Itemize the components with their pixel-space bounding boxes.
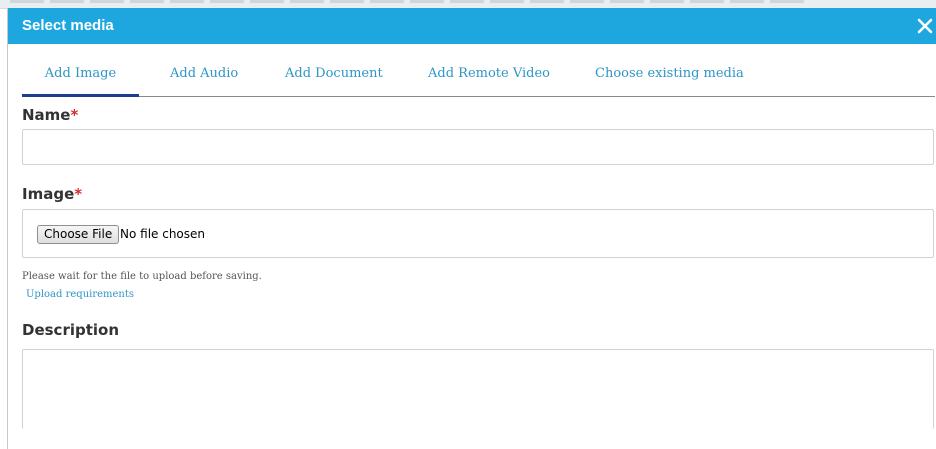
tab-add-document[interactable]: Add Document xyxy=(285,60,383,96)
description-field[interactable] xyxy=(22,349,934,429)
close-button[interactable] xyxy=(911,8,936,44)
name-label: Name* xyxy=(22,106,78,124)
name-field[interactable] xyxy=(22,129,934,165)
description-label: Description xyxy=(22,321,120,339)
page: Select media Add Image Add Audio Add Doc… xyxy=(0,0,936,449)
tab-add-audio[interactable]: Add Audio xyxy=(170,60,238,96)
tab-add-remote-video[interactable]: Add Remote Video xyxy=(428,60,550,96)
name-label-text: Name xyxy=(22,106,71,124)
tab-add-image[interactable]: Add Image xyxy=(22,60,139,97)
upload-requirements-link[interactable]: Upload requirements xyxy=(26,289,134,300)
background-text-fragment xyxy=(10,0,810,3)
file-status-text: No file chosen xyxy=(120,227,206,241)
name-required-marker: * xyxy=(70,106,79,124)
close-icon xyxy=(917,18,933,34)
image-required-marker: * xyxy=(74,185,83,203)
dialog-titlebar: Select media xyxy=(8,8,936,44)
media-tabs: Add Image Add Audio Add Document Add Rem… xyxy=(22,60,935,97)
image-file-field: Choose File No file chosen xyxy=(22,209,934,258)
choose-file-button[interactable]: Choose File xyxy=(37,225,120,244)
upload-help-text: Please wait for the file to upload befor… xyxy=(22,271,262,282)
tab-choose-existing-media[interactable]: Choose existing media xyxy=(595,60,744,96)
image-label-text: Image xyxy=(22,185,75,203)
image-label: Image* xyxy=(22,185,82,203)
dialog-title: Select media xyxy=(22,17,114,34)
select-media-dialog: Select media Add Image Add Audio Add Doc… xyxy=(7,8,936,449)
